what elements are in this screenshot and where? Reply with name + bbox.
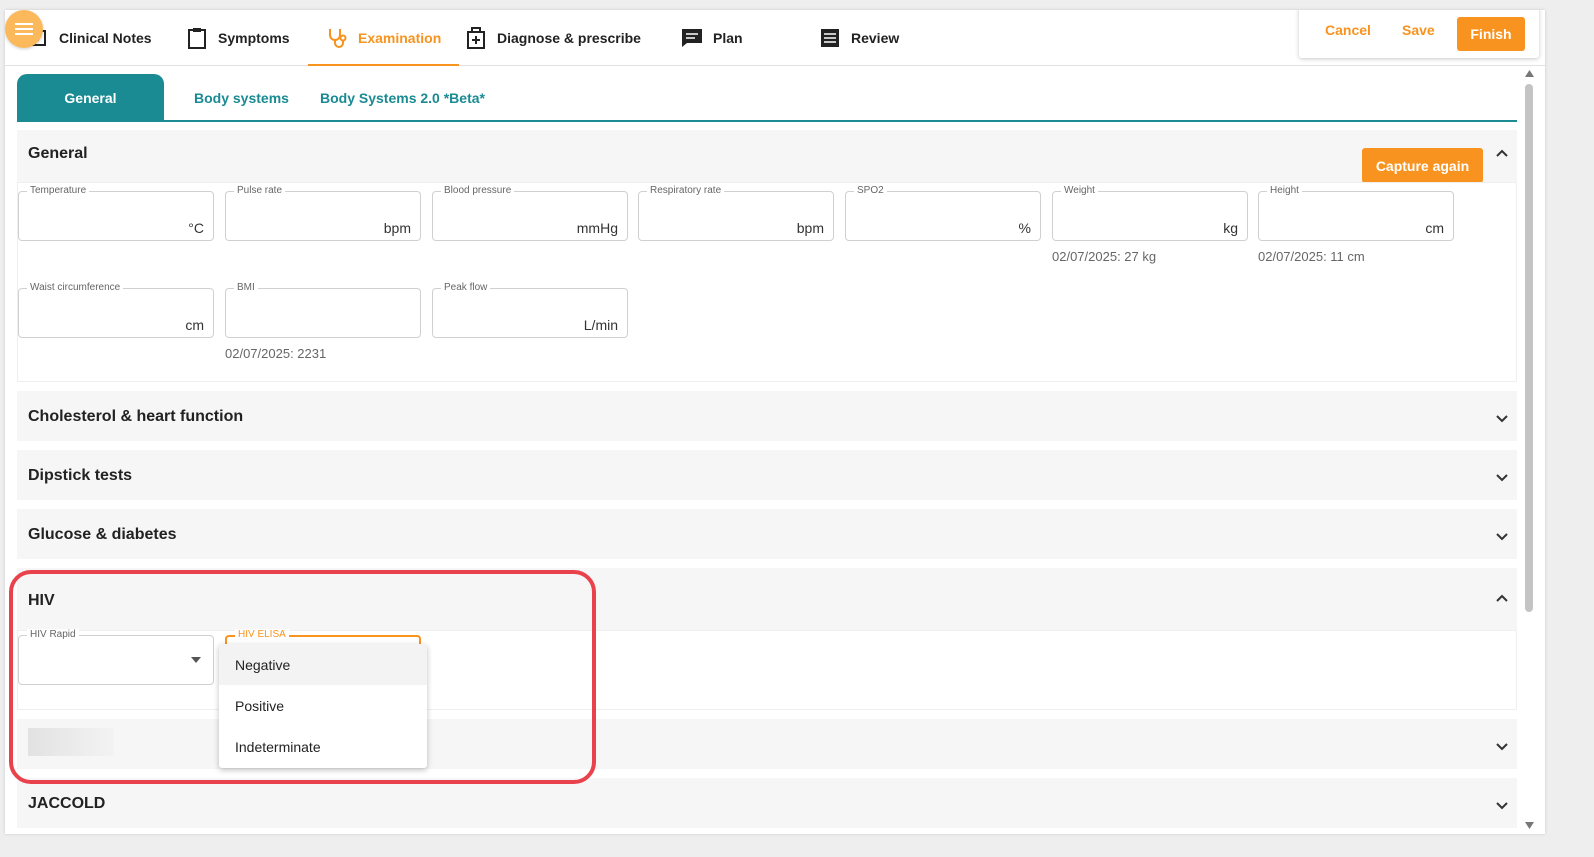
field-unit: bpm bbox=[383, 220, 411, 236]
examination-window: Clinical Notes Symptoms Examination Diag… bbox=[5, 10, 1545, 834]
tab-review[interactable]: Review bbox=[819, 10, 899, 66]
glucose-section[interactable]: Glucose & diabetes bbox=[17, 509, 1517, 559]
blood-pressure-field[interactable]: Blood pressure mmHg bbox=[432, 185, 628, 241]
jaccold-section[interactable]: JACCOLD bbox=[17, 778, 1517, 828]
section-title: Glucose & diabetes bbox=[28, 526, 177, 543]
section-title: JACCOLD bbox=[28, 795, 106, 812]
field-unit: cm bbox=[185, 317, 204, 333]
field-label: BMI bbox=[234, 282, 258, 293]
tab-symptoms[interactable]: Symptoms bbox=[186, 10, 290, 66]
tab-plan[interactable]: Plan bbox=[681, 10, 743, 66]
top-navigation: Clinical Notes Symptoms Examination Diag… bbox=[5, 10, 1545, 66]
menu-button[interactable] bbox=[5, 10, 43, 48]
list-icon bbox=[819, 27, 841, 49]
finish-button[interactable]: Finish bbox=[1457, 17, 1525, 51]
field-label: HIV ELISA bbox=[235, 629, 289, 640]
clipboard-icon bbox=[186, 27, 208, 49]
peak-flow-field[interactable]: Peak flow L/min bbox=[432, 282, 628, 338]
field-unit: L/min bbox=[583, 317, 618, 333]
field-label: HIV Rapid bbox=[27, 629, 79, 640]
option-indeterminate[interactable]: Indeterminate bbox=[219, 726, 427, 767]
dipstick-section[interactable]: Dipstick tests bbox=[17, 450, 1517, 500]
respiratory-rate-field[interactable]: Respiratory rate bpm bbox=[638, 185, 834, 241]
tab-label: Clinical Notes bbox=[59, 30, 152, 46]
scroll-up-icon[interactable] bbox=[1525, 70, 1534, 77]
capture-again-button[interactable]: Capture again bbox=[1362, 148, 1483, 183]
chevron-down-icon[interactable] bbox=[1495, 529, 1509, 543]
tab-label: Plan bbox=[713, 30, 743, 46]
general-fields: Temperature °C Pulse rate bpm Blood pres… bbox=[17, 182, 1517, 382]
tab-label: Review bbox=[851, 30, 900, 46]
field-label: Height bbox=[1267, 185, 1302, 196]
temperature-field[interactable]: Temperature °C bbox=[18, 185, 214, 241]
subtab-general[interactable]: General bbox=[17, 74, 164, 122]
tab-examination[interactable]: Examination bbox=[307, 10, 460, 66]
general-header[interactable] bbox=[17, 130, 1517, 180]
general-section: General Capture again Temperature °C Pul… bbox=[17, 130, 1517, 382]
hamburger-icon bbox=[15, 23, 33, 35]
field-label: Waist circumference bbox=[27, 282, 124, 293]
chevron-down-icon[interactable] bbox=[1495, 411, 1509, 425]
redacted-title bbox=[28, 728, 114, 756]
bmi-hint: 02/07/2025: 2231 bbox=[225, 346, 327, 361]
field-unit: °C bbox=[188, 220, 204, 236]
section-title: Cholesterol & heart function bbox=[28, 408, 244, 425]
field-unit: bpm bbox=[796, 220, 824, 236]
hiv-header[interactable] bbox=[17, 568, 1517, 630]
hiv-elisa-options-menu: Negative Positive Indeterminate bbox=[219, 644, 427, 768]
tab-label: Symptoms bbox=[218, 30, 290, 46]
scroll-thumb[interactable] bbox=[1525, 84, 1533, 612]
field-label: Blood pressure bbox=[441, 185, 515, 196]
section-title: HIV bbox=[28, 592, 55, 609]
chevron-down-icon[interactable] bbox=[1495, 739, 1509, 753]
tab-diagnose-prescribe[interactable]: Diagnose & prescribe bbox=[465, 10, 641, 66]
option-positive[interactable]: Positive bbox=[219, 685, 427, 726]
spo2-field[interactable]: SPO2 % bbox=[845, 185, 1041, 241]
cholesterol-section[interactable]: Cholesterol & heart function bbox=[17, 391, 1517, 441]
bmi-field[interactable]: BMI bbox=[225, 282, 421, 338]
examination-subtabs: General Body systems Body Systems 2.0 *B… bbox=[17, 74, 1517, 122]
option-negative[interactable]: Negative bbox=[219, 644, 427, 685]
field-label: Pulse rate bbox=[234, 185, 286, 196]
field-unit: % bbox=[1018, 220, 1031, 236]
field-label: SPO2 bbox=[854, 185, 887, 196]
field-unit: mmHg bbox=[576, 220, 618, 236]
cancel-button[interactable]: Cancel bbox=[1325, 22, 1371, 38]
subtab-body-systems[interactable]: Body systems bbox=[194, 74, 289, 122]
field-label: Weight bbox=[1061, 185, 1098, 196]
scroll-down-icon[interactable] bbox=[1525, 822, 1534, 829]
subtab-body-systems-2[interactable]: Body Systems 2.0 *Beta* bbox=[320, 74, 485, 122]
chevron-up-icon[interactable] bbox=[1495, 592, 1509, 606]
scrollbar[interactable] bbox=[1520, 66, 1540, 834]
field-label: Peak flow bbox=[441, 282, 491, 293]
weight-hint: 02/07/2025: 27 kg bbox=[1052, 249, 1157, 264]
field-unit: cm bbox=[1425, 220, 1444, 236]
section-title: Dipstick tests bbox=[28, 467, 133, 484]
waist-circumference-field[interactable]: Waist circumference cm bbox=[18, 282, 214, 338]
section-title: General bbox=[28, 145, 88, 162]
field-unit: kg bbox=[1223, 220, 1238, 236]
save-button[interactable]: Save bbox=[1402, 22, 1435, 38]
chat-icon bbox=[681, 27, 703, 49]
chevron-down-icon[interactable] bbox=[1495, 470, 1509, 484]
height-hint: 02/07/2025: 11 cm bbox=[1258, 249, 1365, 264]
pulse-rate-field[interactable]: Pulse rate bpm bbox=[225, 185, 421, 241]
stethoscope-icon bbox=[326, 27, 348, 49]
hiv-rapid-select[interactable]: HIV Rapid bbox=[18, 629, 214, 685]
height-field[interactable]: Height cm bbox=[1258, 185, 1454, 241]
chevron-up-icon[interactable] bbox=[1495, 147, 1509, 161]
field-label: Respiratory rate bbox=[647, 185, 725, 196]
action-bar: Cancel Save Finish bbox=[1299, 10, 1539, 58]
dropdown-arrow-icon bbox=[191, 657, 201, 663]
field-label: Temperature bbox=[27, 185, 90, 196]
tab-label: Examination bbox=[358, 30, 442, 46]
chevron-down-icon[interactable] bbox=[1495, 798, 1509, 812]
weight-field[interactable]: Weight kg bbox=[1052, 185, 1248, 241]
tab-clinical-notes[interactable]: Clinical Notes bbox=[27, 10, 152, 66]
medical-bag-icon bbox=[465, 27, 487, 49]
tab-label: Diagnose & prescribe bbox=[497, 30, 641, 46]
